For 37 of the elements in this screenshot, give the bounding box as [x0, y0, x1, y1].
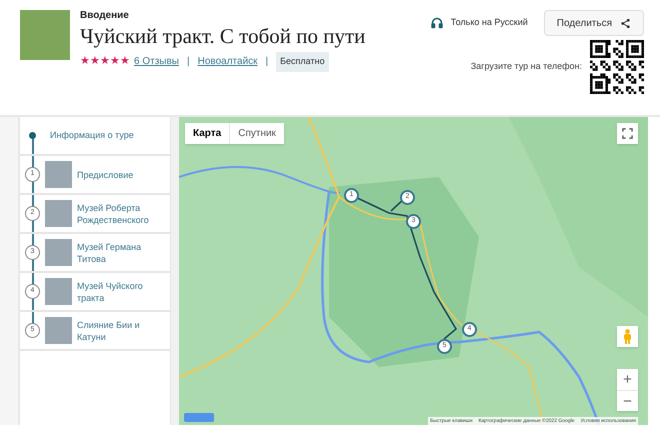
stop-photo	[45, 161, 72, 188]
reviews-link[interactable]: 6 Отзывы	[134, 54, 179, 70]
headphones-icon	[430, 17, 443, 29]
city-link[interactable]: Новоалтайск	[198, 54, 258, 70]
zoom-in-button[interactable]: +	[617, 369, 638, 390]
qr-code	[590, 40, 644, 94]
stop-title[interactable]: Музей Чуйского тракта	[77, 280, 170, 304]
stop-title[interactable]: Предисловие	[77, 168, 134, 180]
price-tag: Бесплатно	[276, 52, 329, 72]
stop-photo	[45, 239, 72, 266]
qr-caption: Загрузите тур на телефон:	[470, 60, 582, 74]
tour-photo	[20, 10, 70, 60]
stop-photo	[45, 317, 72, 344]
star-icon: ★	[100, 56, 110, 68]
separator: |	[266, 55, 268, 70]
stop-photo	[45, 200, 72, 227]
zoom-out-button[interactable]: −	[617, 390, 638, 411]
star-icon: ★	[110, 56, 120, 68]
language-label: Только на Русский	[450, 16, 528, 30]
share-button[interactable]: Поделиться	[544, 10, 644, 36]
pegman-icon[interactable]	[617, 326, 638, 347]
tour-title: Чуйский тракт. С тобой по пути	[80, 23, 366, 50]
star-icon: ★	[120, 56, 130, 68]
scrollbar[interactable]	[170, 117, 179, 425]
stop-title[interactable]: Музей Германа Титова	[77, 240, 170, 264]
star-icon: ★	[80, 56, 90, 68]
map-type-tab[interactable]: Карта	[185, 123, 230, 144]
separator: |	[186, 55, 190, 70]
stop-title[interactable]: Слияние Бии и Катуни	[77, 318, 170, 342]
map-type-tab[interactable]: Спутник	[229, 123, 284, 144]
share-icon	[620, 18, 631, 28]
stop-photo	[45, 278, 72, 305]
stop-title[interactable]: Музей Роберта Рождественского	[77, 202, 170, 226]
section-label: Вводение	[80, 10, 130, 22]
fullscreen-icon[interactable]	[617, 123, 638, 144]
star-icon: ★	[90, 56, 100, 68]
stop-title[interactable]: Информация о туре	[50, 128, 134, 142]
